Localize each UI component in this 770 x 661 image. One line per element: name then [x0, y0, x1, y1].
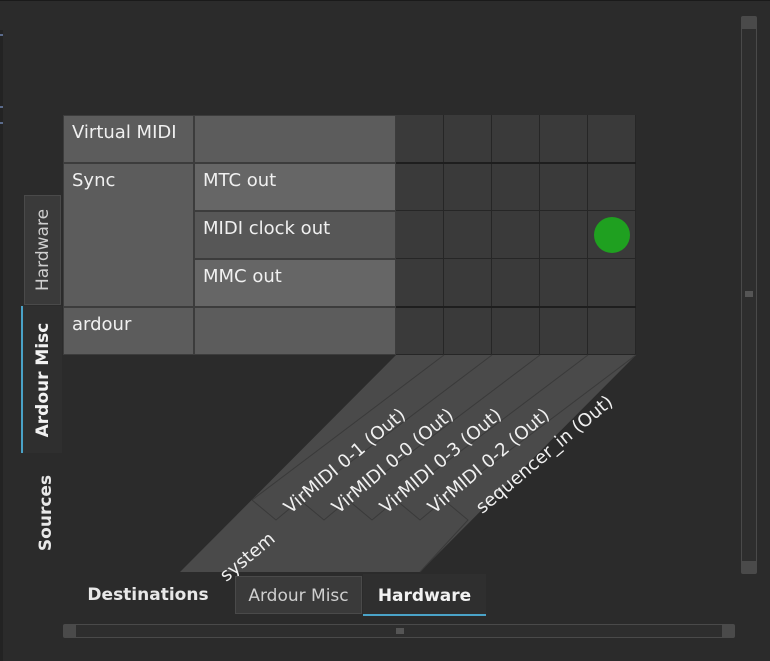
destinations-title: Destinations: [87, 585, 209, 605]
scroll-bottom-cap[interactable]: [742, 561, 756, 573]
scroll-grip[interactable]: [745, 291, 753, 297]
sources-heading: Sources: [26, 460, 66, 565]
source-tab-label: Hardware: [32, 208, 53, 292]
scroll-right-cap[interactable]: [722, 625, 734, 637]
sources-title: Sources: [36, 474, 56, 551]
horizontal-scrollbar[interactable]: [63, 624, 735, 638]
source-tab-ardour-misc[interactable]: Ardour Misc: [21, 306, 62, 453]
destination-label-band: [180, 354, 637, 573]
vertical-scrollbar[interactable]: [741, 16, 757, 574]
source-tab-hardware[interactable]: Hardware: [24, 195, 61, 305]
destination-tab-hardware[interactable]: Hardware: [363, 574, 486, 616]
scroll-grip[interactable]: [396, 628, 404, 634]
destination-band-background: [180, 355, 636, 572]
destination-tab-ardour-misc[interactable]: Ardour Misc: [235, 576, 362, 614]
scroll-top-cap[interactable]: [742, 17, 756, 29]
source-tab-label: Ardour Misc: [32, 322, 53, 437]
scroll-left-cap[interactable]: [64, 625, 76, 637]
